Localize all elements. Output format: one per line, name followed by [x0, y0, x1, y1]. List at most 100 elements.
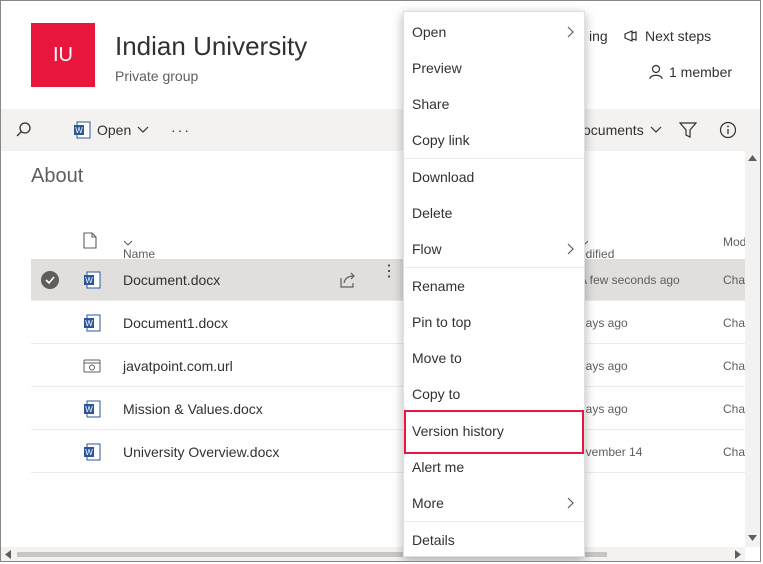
menu-item-label: Open [412, 24, 447, 40]
menu-item-label: Download [412, 169, 475, 185]
column-modified-by-header[interactable]: Mod [723, 235, 746, 249]
menu-item-details[interactable]: Details [404, 522, 584, 558]
menu-item-move-to[interactable]: Move to [404, 340, 584, 376]
menu-item-label: Rename [412, 278, 465, 294]
menu-item-pin-to-top[interactable]: Pin to top [404, 304, 584, 340]
ellipsis-icon: ··· [171, 122, 191, 138]
site-logo-text: IU [53, 43, 73, 66]
menu-item-label: Copy to [412, 386, 461, 402]
command-bar: W Open ··· ocuments [1, 109, 760, 151]
share-icon[interactable] [339, 272, 357, 288]
megaphone-icon [624, 30, 637, 42]
view-selector-label: ocuments [583, 122, 644, 138]
open-command-label: Open [97, 122, 132, 138]
chevron-down-icon [137, 126, 149, 133]
members-button[interactable]: 1 member [649, 64, 732, 80]
menu-item-rename[interactable]: Rename [404, 268, 584, 304]
menu-item-label: Delete [412, 205, 453, 221]
open-command-button[interactable]: W Open [73, 109, 149, 151]
file-modified: ovember 14 [579, 445, 643, 459]
search-button[interactable] [15, 109, 33, 151]
word-doc-icon: W [84, 271, 101, 289]
menu-item-preview[interactable]: Preview [404, 50, 584, 86]
file-name[interactable]: javatpoint.com.url [123, 358, 233, 374]
word-doc-icon: W [84, 443, 101, 461]
list-header: Name odified Mod [31, 223, 760, 261]
scroll-up-icon[interactable] [748, 155, 757, 161]
menu-item-label: Version history [412, 423, 504, 439]
svg-text:W: W [85, 405, 93, 414]
word-icon: W [74, 121, 91, 139]
chevron-down-icon [650, 126, 662, 133]
menu-item-more[interactable]: More [404, 485, 584, 521]
menu-item-delete[interactable]: Delete [404, 195, 584, 231]
next-steps-label: Next steps [645, 28, 712, 44]
members-label: 1 member [669, 64, 733, 80]
svg-text:W: W [85, 448, 93, 457]
horizontal-scrollbar[interactable] [1, 547, 745, 561]
table-row[interactable]: javatpoint.com.url days ago Char [31, 345, 760, 387]
menu-item-label: Flow [412, 241, 442, 257]
sharepoint-window: IU Indian University Private group ing N… [0, 0, 761, 562]
table-row[interactable]: W Document.docx ⋮ A few seconds ago Char [31, 259, 760, 301]
file-name[interactable]: Mission & Values.docx [123, 401, 263, 417]
site-logo[interactable]: IU [31, 23, 95, 87]
menu-item-copy-to[interactable]: Copy to [404, 376, 584, 412]
menu-item-label: Share [412, 96, 450, 112]
checkmark-icon [45, 276, 55, 285]
search-icon [16, 122, 31, 137]
word-doc-icon: W [84, 400, 101, 418]
chevron-right-icon [567, 243, 574, 255]
table-row[interactable]: W Mission & Values.docx days ago Char [31, 388, 760, 430]
scroll-right-icon[interactable] [735, 550, 741, 559]
menu-item-copy-link[interactable]: Copy link [404, 122, 584, 158]
file-modified: days ago [579, 316, 628, 330]
site-subtitle: Private group [115, 68, 199, 84]
link-file-icon [83, 359, 101, 373]
chevron-right-icon [567, 497, 574, 509]
filter-icon [679, 122, 697, 138]
file-name[interactable]: Document.docx [123, 272, 220, 288]
chevron-right-icon [567, 26, 574, 38]
menu-item-label: Preview [412, 60, 462, 76]
menu-item-download[interactable]: Download [404, 159, 584, 195]
section-title: About [31, 165, 84, 187]
file-modified: A few seconds ago [579, 273, 680, 287]
table-row[interactable]: W Document1.docx days ago Char [31, 302, 760, 344]
file-name[interactable]: Document1.docx [123, 315, 228, 331]
menu-item-share[interactable]: Share [404, 86, 584, 122]
row-checkbox[interactable] [41, 271, 59, 289]
menu-item-flow[interactable]: Flow [404, 231, 584, 267]
svg-text:W: W [85, 276, 93, 285]
filter-button[interactable] [679, 109, 697, 151]
table-row[interactable]: W University Overview.docx ovember 14 Ch… [31, 431, 760, 473]
file-type-icon[interactable] [83, 232, 97, 249]
vertical-scrollbar[interactable] [745, 151, 760, 547]
file-name[interactable]: University Overview.docx [123, 444, 279, 460]
menu-item-version-history[interactable]: Version history [404, 410, 584, 454]
menu-item-open[interactable]: Open [404, 14, 584, 50]
following-button[interactable]: ing [589, 28, 608, 44]
column-name-header[interactable]: Name [123, 235, 155, 261]
scroll-down-icon[interactable] [748, 535, 757, 541]
menu-item-label: Copy link [412, 132, 470, 148]
menu-item-label: Pin to top [412, 314, 472, 330]
site-title[interactable]: Indian University [115, 31, 307, 62]
menu-item-label: Alert me [412, 459, 465, 475]
context-menu: Open Preview Share Copy link Download De… [403, 11, 585, 557]
next-steps-button[interactable]: Next steps [623, 28, 711, 44]
more-actions-icon[interactable]: ⋮ [381, 264, 397, 280]
chevron-down-icon [123, 240, 133, 246]
svg-text:W: W [75, 126, 83, 135]
scroll-left-icon[interactable] [5, 550, 11, 559]
file-modified: days ago [579, 359, 628, 373]
menu-item-alert-me[interactable]: Alert me [404, 449, 584, 485]
following-label: ing [589, 28, 608, 44]
menu-item-label: Details [412, 532, 455, 548]
info-icon [719, 121, 737, 139]
info-button[interactable] [719, 109, 737, 151]
more-commands-button[interactable]: ··· [171, 109, 191, 151]
menu-item-label: More [412, 495, 444, 511]
word-doc-icon: W [84, 314, 101, 332]
view-selector[interactable]: ocuments [583, 109, 662, 151]
